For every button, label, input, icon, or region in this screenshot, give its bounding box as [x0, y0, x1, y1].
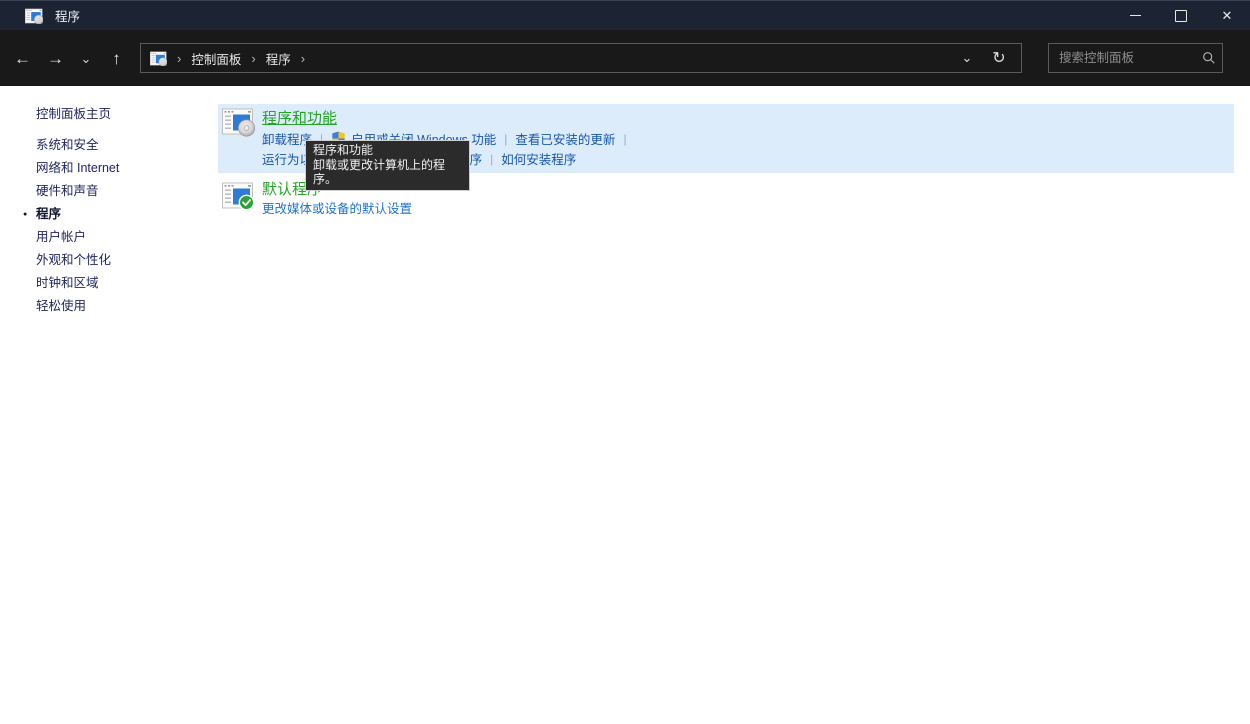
- active-bullet-icon: ●: [23, 211, 28, 218]
- sidebar-item-appearance-personalization[interactable]: 外观和个性化: [36, 249, 119, 272]
- maximize-icon: [1175, 9, 1187, 22]
- search-box: [1048, 43, 1223, 73]
- control-panel-window: 程序 ✕ ← → ⌄ ↑ › 控制面板 › 程序 › ⌄ ↻ 搜索控制面板 控制…: [0, 0, 1250, 724]
- close-button[interactable]: ✕: [1204, 1, 1250, 30]
- window-title: 程序: [55, 10, 81, 24]
- address-dropdown-button[interactable]: ⌄: [951, 50, 983, 66]
- breadcrumb-chevron-icon[interactable]: ›: [301, 51, 305, 66]
- sidebar-item-programs[interactable]: ● 程序: [23, 203, 119, 226]
- recent-pages-dropdown[interactable]: ⌄: [72, 41, 100, 75]
- sidebar-item-network-internet[interactable]: 网络和 Internet: [36, 157, 119, 180]
- up-button[interactable]: ↑: [100, 41, 133, 75]
- refresh-button[interactable]: ↻: [983, 48, 1015, 68]
- sidebar-item-label: 时钟和区域: [36, 276, 99, 290]
- search-input[interactable]: [1049, 51, 1196, 65]
- default-programs-icon[interactable]: [222, 181, 256, 211]
- main-panel: 程序和功能 卸载程序 | 启用或关闭 Windows 功能 |: [218, 86, 1250, 724]
- minimize-icon: [1129, 15, 1141, 16]
- programs-icon: [150, 51, 167, 66]
- minimize-button[interactable]: [1112, 1, 1158, 30]
- breadcrumb-programs[interactable]: 程序: [266, 49, 291, 68]
- sidebar-item-label: 外观和个性化: [36, 253, 112, 267]
- sidebar-category-list: 系统和安全 网络和 Internet 硬件和声音 ● 程序 用户帐户 外观和个性化…: [23, 134, 119, 318]
- tooltip: 程序和功能 卸载或更改计算机上的程序。: [305, 140, 470, 191]
- sidebar-item-user-accounts[interactable]: 用户帐户: [36, 226, 119, 249]
- programs-icon: [25, 8, 43, 24]
- sidebar-item-clock-region[interactable]: 时钟和区域: [36, 272, 119, 295]
- breadcrumb-chevron-icon[interactable]: ›: [177, 51, 181, 66]
- task-separator: |: [490, 151, 494, 166]
- task-row: 更改媒体或设备的默认设置: [262, 198, 412, 217]
- task-separator: |: [623, 131, 627, 146]
- titlebar: 程序 ✕: [0, 0, 1250, 30]
- breadcrumb-chevron-icon[interactable]: ›: [251, 51, 255, 66]
- tooltip-description: 卸载或更改计算机上的程序。: [313, 157, 446, 187]
- close-icon: ✕: [1221, 8, 1233, 23]
- breadcrumb-control-panel[interactable]: 控制面板: [191, 49, 241, 68]
- content-area: 控制面板主页 系统和安全 网络和 Internet 硬件和声音 ● 程序 用户帐户…: [0, 86, 1250, 724]
- tooltip-title: 程序和功能: [313, 143, 374, 157]
- sidebar-item-home[interactable]: 控制面板主页: [36, 103, 111, 122]
- sidebar-item-label: 程序: [36, 207, 62, 221]
- task-separator: |: [504, 131, 508, 146]
- sidebar-item-label: 轻松使用: [36, 299, 87, 313]
- sidebar: 控制面板主页 系统和安全 网络和 Internet 硬件和声音 ● 程序 用户帐户…: [0, 86, 210, 724]
- back-button[interactable]: ←: [6, 41, 39, 75]
- sidebar-item-label: 用户帐户: [36, 230, 87, 244]
- maximize-button[interactable]: [1158, 1, 1204, 30]
- address-bar[interactable]: › 控制面板 › 程序 › ⌄ ↻: [140, 43, 1022, 73]
- window-controls: ✕: [1112, 1, 1250, 30]
- sidebar-item-system-security[interactable]: 系统和安全: [36, 134, 119, 157]
- programs-and-features-link[interactable]: 程序和功能: [262, 107, 337, 128]
- programs-and-features-icon[interactable]: [222, 107, 256, 137]
- task-view-installed-updates[interactable]: 查看已安装的更新: [515, 129, 615, 148]
- sidebar-item-ease-of-access[interactable]: 轻松使用: [36, 295, 119, 318]
- sidebar-item-label: 网络和 Internet: [36, 161, 120, 175]
- sidebar-item-hardware-sound[interactable]: 硬件和声音: [36, 180, 119, 203]
- forward-button[interactable]: →: [39, 41, 72, 75]
- sidebar-item-label: 系统和安全: [36, 138, 99, 152]
- navigation-toolbar: ← → ⌄ ↑ › 控制面板 › 程序 › ⌄ ↻: [0, 30, 1250, 86]
- nav-buttons: ← → ⌄ ↑: [6, 30, 133, 86]
- task-how-to-install-programs[interactable]: 如何安装程序: [501, 149, 576, 168]
- sidebar-item-label: 硬件和声音: [36, 184, 99, 198]
- task-change-default-media-settings[interactable]: 更改媒体或设备的默认设置: [262, 198, 412, 217]
- search-icon[interactable]: [1196, 51, 1222, 65]
